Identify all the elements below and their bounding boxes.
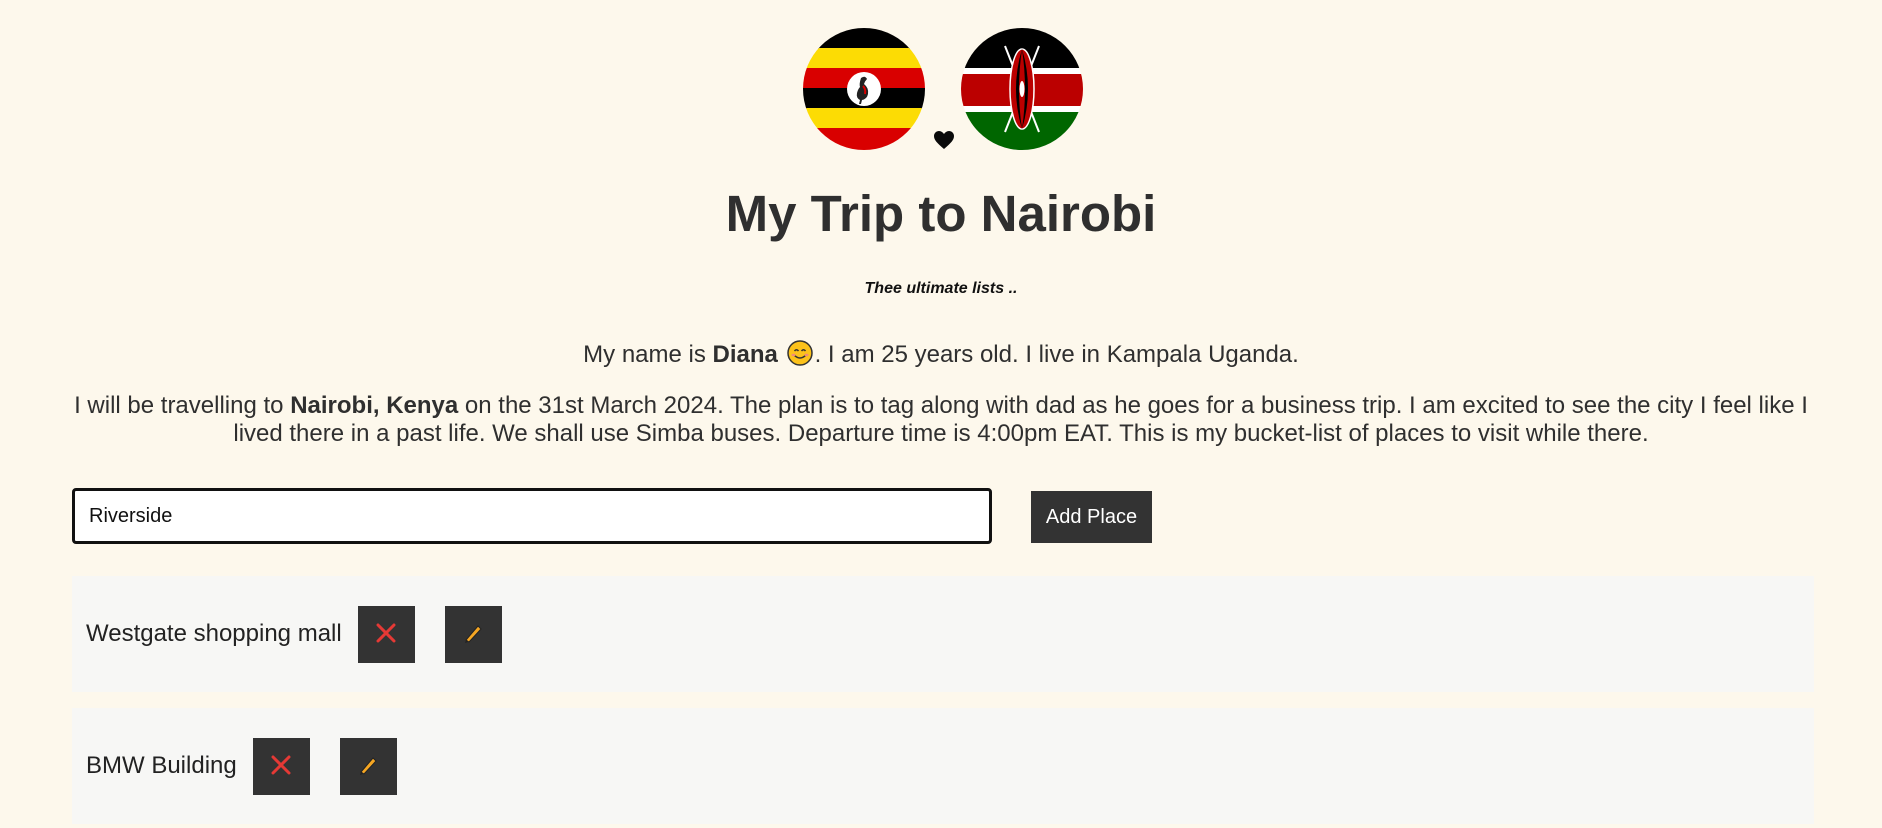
trip-prefix: I will be travelling to	[74, 392, 284, 419]
trip-destination: Nairobi, Kenya	[290, 392, 459, 419]
delete-button[interactable]	[252, 737, 310, 795]
intro-text: My name is Diana . I am 25 years old. I …	[0, 340, 1882, 369]
places-list: Westgate shopping mall BMW Building	[72, 576, 1814, 828]
place-name: BMW Building	[86, 752, 237, 779]
tagline: Thee ultimate lists ..	[864, 280, 1018, 297]
close-icon	[270, 754, 292, 779]
edit-button[interactable]	[339, 737, 397, 795]
pencil-icon	[357, 754, 379, 779]
list-item: BMW Building	[72, 708, 1814, 824]
page-title: My Trip to Nairobi	[725, 185, 1157, 242]
smiling-face-icon	[786, 340, 813, 366]
uganda-flag-icon	[803, 28, 925, 150]
edit-button[interactable]	[444, 605, 502, 663]
author-name: Diana	[712, 341, 778, 368]
list-item: Westgate shopping mall	[72, 576, 1814, 692]
heart-icon	[932, 128, 956, 152]
trip-description: I will be travelling to Nairobi, Kenya o…	[70, 392, 1812, 448]
place-name: Westgate shopping mall	[86, 620, 342, 647]
page: My Trip to Nairobi Thee ultimate lists .…	[0, 0, 1882, 828]
intro-prefix: My name is	[583, 341, 706, 368]
place-input[interactable]	[72, 488, 992, 544]
flags-header	[803, 28, 1083, 150]
kenya-flag-icon	[961, 28, 1083, 150]
pencil-icon	[462, 622, 484, 647]
intro-suffix: . I am 25 years old. I live in Kampala U…	[814, 341, 1299, 368]
close-icon	[375, 622, 397, 647]
delete-button[interactable]	[357, 605, 415, 663]
trip-suffix: on the 31st March 2024. The plan is to t…	[233, 392, 1808, 447]
add-place-button[interactable]: Add Place	[1031, 491, 1152, 543]
